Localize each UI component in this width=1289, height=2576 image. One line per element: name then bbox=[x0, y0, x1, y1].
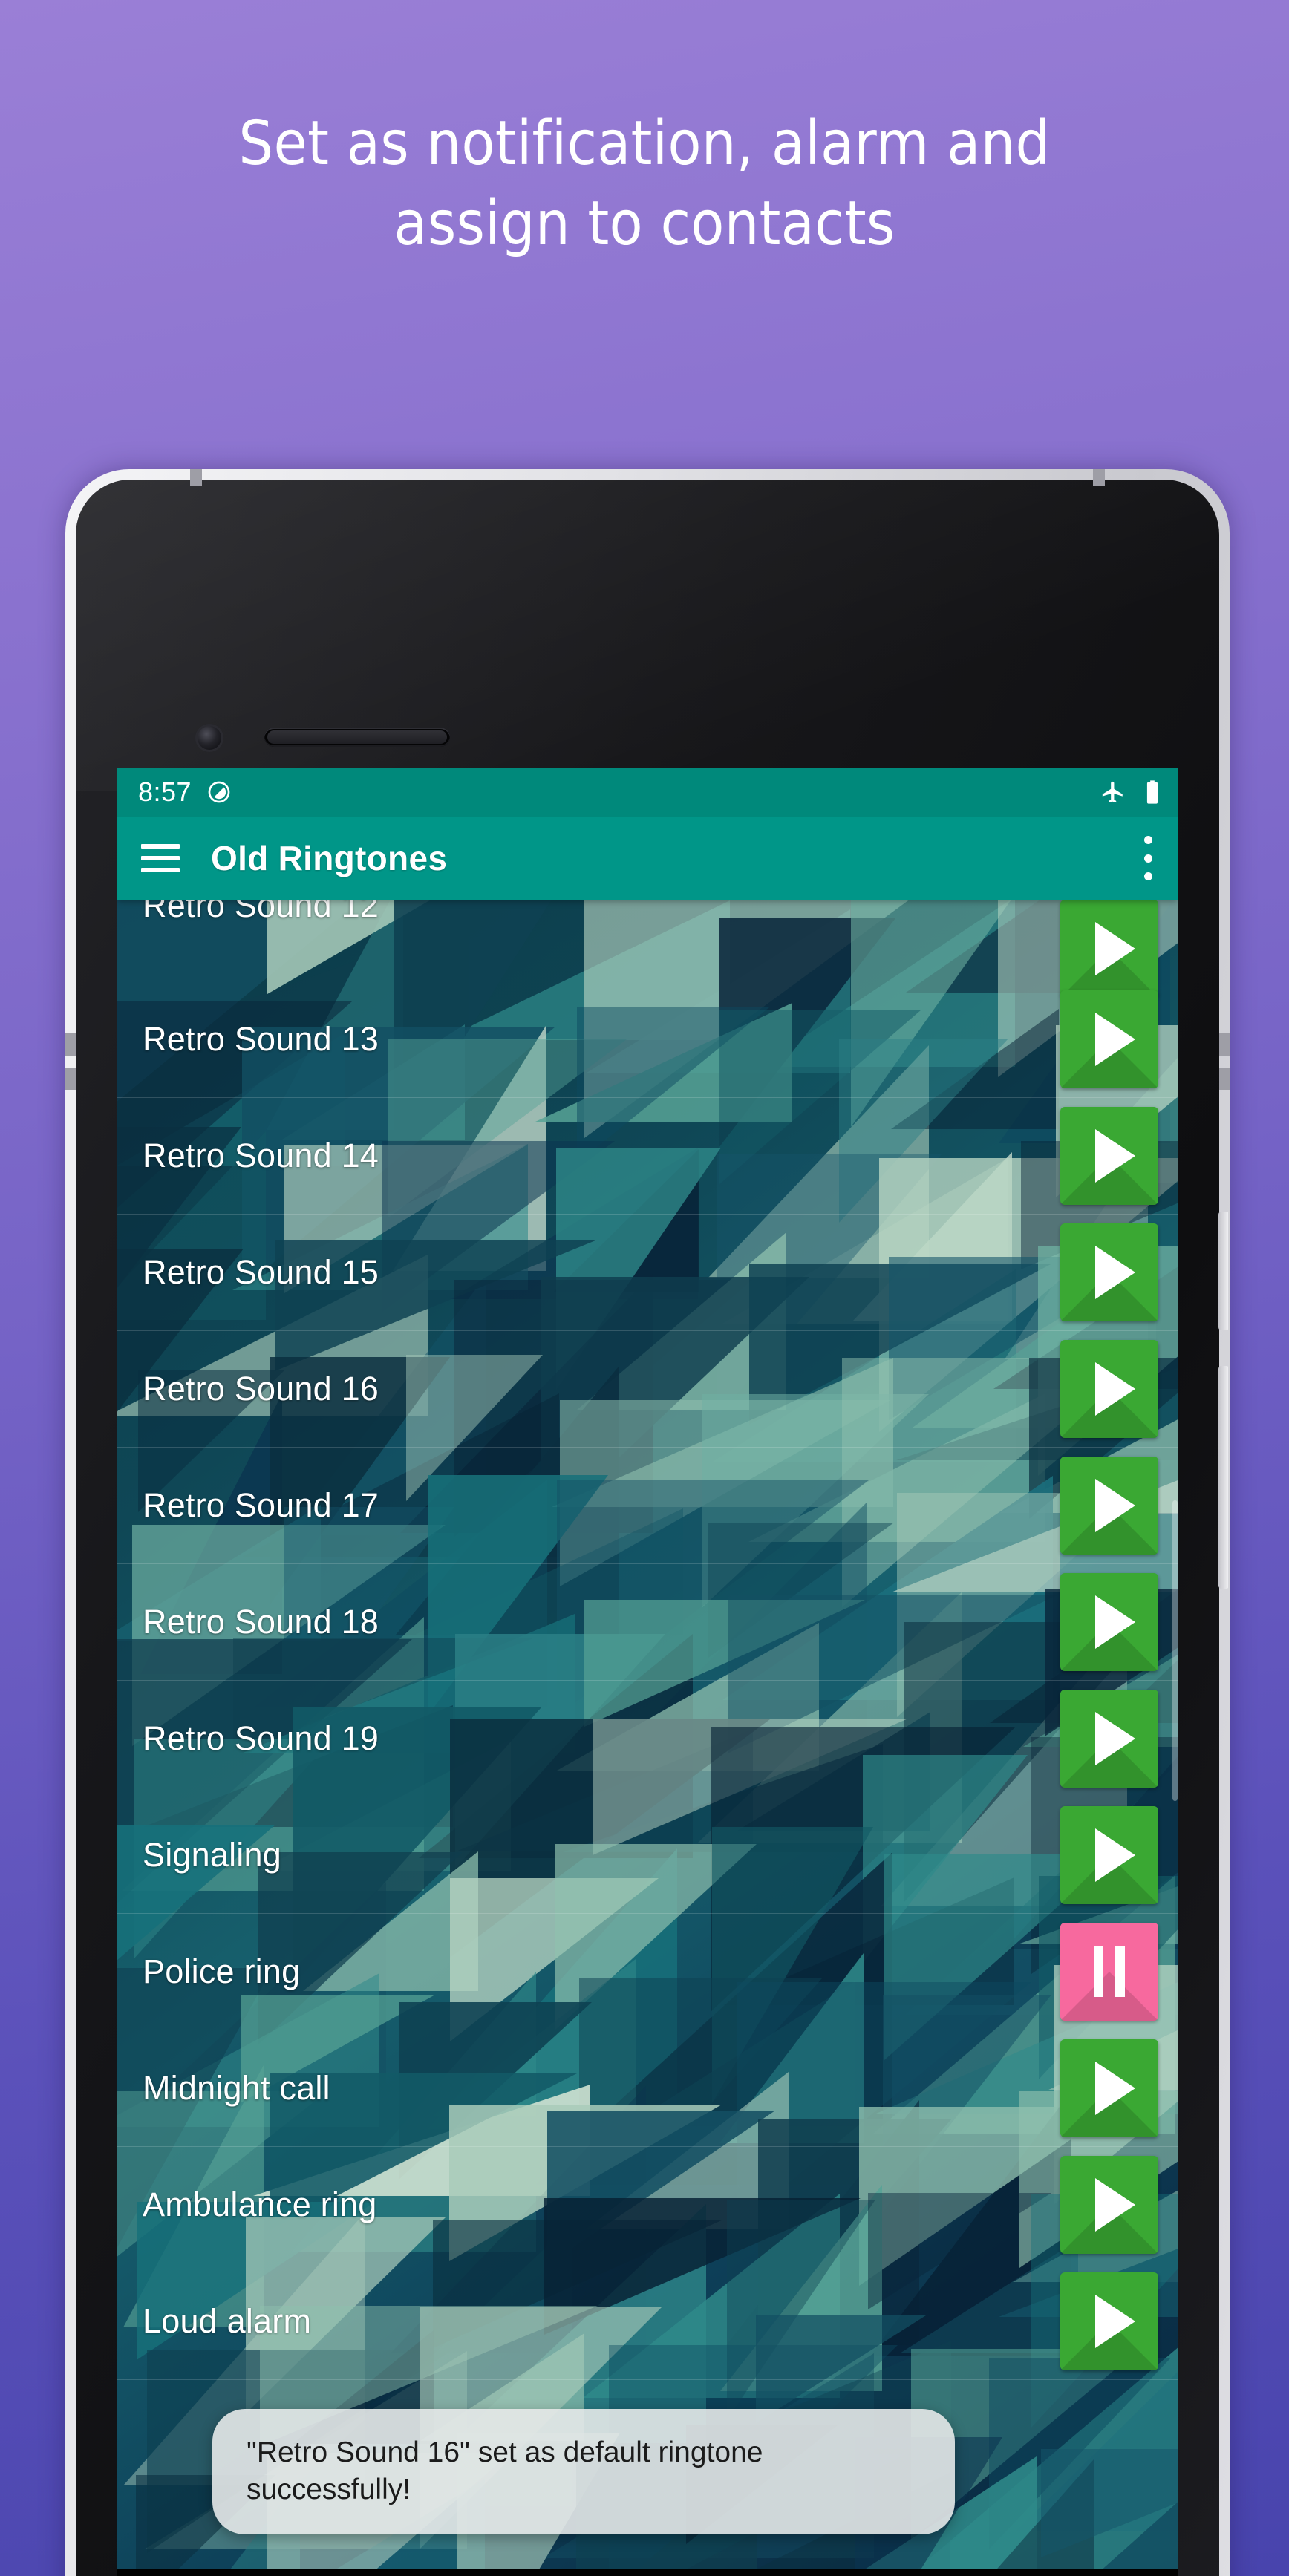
antenna-notch bbox=[1219, 1033, 1230, 1056]
do-not-disturb-icon bbox=[208, 781, 230, 803]
ringtone-name: Retro Sound 15 bbox=[143, 1253, 379, 1291]
play-button[interactable] bbox=[1060, 1457, 1158, 1555]
antenna-notch bbox=[65, 1068, 76, 1090]
antenna-notch bbox=[1093, 469, 1105, 486]
play-button[interactable] bbox=[1060, 1573, 1158, 1671]
play-button[interactable] bbox=[1060, 1690, 1158, 1788]
ringtone-name: Retro Sound 19 bbox=[143, 1719, 379, 1757]
ringtone-name: Signaling bbox=[143, 1836, 281, 1874]
play-icon bbox=[1095, 1013, 1135, 1066]
volume-rocker[interactable] bbox=[1218, 1366, 1228, 1589]
app-bar: Old Ringtones bbox=[117, 817, 1178, 900]
ringtone-name: Loud alarm bbox=[143, 2302, 312, 2340]
promo-banner: Set as notification, alarm and assign to… bbox=[0, 0, 1289, 2576]
status-clock: 8:57 bbox=[138, 777, 192, 807]
antenna-notch bbox=[190, 469, 202, 486]
play-icon bbox=[1095, 1129, 1135, 1183]
airplane-mode-icon bbox=[1102, 781, 1123, 803]
ringtone-name: Retro Sound 17 bbox=[143, 1486, 379, 1524]
camera-lens-icon bbox=[198, 726, 221, 750]
play-button[interactable] bbox=[1060, 1223, 1158, 1321]
play-button[interactable] bbox=[1060, 1806, 1158, 1904]
hamburger-menu-icon[interactable] bbox=[141, 844, 180, 872]
list-item[interactable]: Retro Sound 19 bbox=[117, 1681, 1178, 1797]
ringtone-name: Retro Sound 16 bbox=[143, 1370, 379, 1408]
list-item[interactable]: Midnight call bbox=[117, 2030, 1178, 2147]
list-item[interactable]: Retro Sound 13 bbox=[117, 981, 1178, 1098]
play-button[interactable] bbox=[1060, 1107, 1158, 1205]
play-button[interactable] bbox=[1060, 2156, 1158, 2254]
play-button[interactable] bbox=[1060, 1340, 1158, 1438]
phone-screen: 8:57 Old Ringtones Retro Sound 12 Retro … bbox=[117, 768, 1178, 2576]
play-icon bbox=[1095, 1362, 1135, 1416]
play-icon bbox=[1095, 2178, 1135, 2232]
phone-mockup: 8:57 Old Ringtones Retro Sound 12 Retro … bbox=[65, 469, 1230, 2576]
list-scrollbar[interactable] bbox=[1172, 900, 1178, 2569]
earpiece-speaker-icon bbox=[264, 728, 450, 747]
list-item[interactable]: Retro Sound 16 bbox=[117, 1331, 1178, 1448]
list-item[interactable]: Police ring bbox=[117, 1914, 1178, 2030]
play-icon bbox=[1095, 1479, 1135, 1532]
ringtone-name: Midnight call bbox=[143, 2069, 330, 2107]
scrollbar-thumb[interactable] bbox=[1172, 1500, 1178, 1801]
status-bar: 8:57 bbox=[117, 768, 1178, 817]
ringtone-name: Retro Sound 14 bbox=[143, 1137, 379, 1174]
app-title: Old Ringtones bbox=[211, 839, 448, 877]
antenna-notch bbox=[65, 1033, 76, 1056]
ringtone-list[interactable]: Retro Sound 12 Retro Sound 13 Retro Sound … bbox=[117, 900, 1178, 2569]
list-item[interactable]: Retro Sound 14 bbox=[117, 1098, 1178, 1215]
ringtone-list-items: Retro Sound 12 Retro Sound 13 Retro Sound … bbox=[117, 900, 1178, 2569]
pause-button[interactable] bbox=[1060, 1923, 1158, 2021]
play-icon bbox=[1095, 1246, 1135, 1299]
play-button[interactable] bbox=[1060, 2272, 1158, 2370]
antenna-notch bbox=[1219, 1068, 1230, 1090]
list-item[interactable]: Retro Sound 15 bbox=[117, 1215, 1178, 1331]
overflow-menu-icon[interactable] bbox=[1140, 836, 1155, 880]
list-item[interactable]: Retro Sound 12 bbox=[117, 900, 1178, 998]
ringtone-name: Retro Sound 12 bbox=[143, 900, 379, 924]
power-button[interactable] bbox=[1218, 1212, 1228, 1330]
ringtone-name: Police ring bbox=[143, 1952, 301, 1990]
list-item[interactable]: Signaling bbox=[117, 1797, 1178, 1914]
play-icon bbox=[1095, 922, 1135, 975]
play-button[interactable] bbox=[1060, 990, 1158, 1088]
play-icon bbox=[1095, 1595, 1135, 1649]
play-icon bbox=[1095, 2295, 1135, 2348]
pause-icon bbox=[1094, 1946, 1125, 1997]
list-item[interactable]: Retro Sound 18 bbox=[117, 1564, 1178, 1681]
earpiece-grille bbox=[267, 730, 447, 744]
ringtone-name: Retro Sound 13 bbox=[143, 1020, 379, 1058]
play-icon bbox=[1095, 1828, 1135, 1882]
ringtone-name: Ambulance ring bbox=[143, 2186, 377, 2223]
battery-full-icon bbox=[1146, 780, 1158, 804]
android-nav-bar bbox=[117, 2569, 1178, 2576]
play-button[interactable] bbox=[1060, 2039, 1158, 2137]
ringtone-name: Retro Sound 18 bbox=[143, 1603, 379, 1641]
list-item[interactable]: Loud alarm bbox=[117, 2263, 1178, 2380]
play-icon bbox=[1095, 1712, 1135, 1765]
list-item[interactable]: Ambulance ring bbox=[117, 2147, 1178, 2263]
list-item[interactable]: Retro Sound 17 bbox=[117, 1448, 1178, 1564]
play-icon bbox=[1095, 2062, 1135, 2115]
page-title: Set as notification, alarm and assign to… bbox=[238, 108, 1051, 260]
toast-message: "Retro Sound 16" set as default ringtone… bbox=[212, 2408, 955, 2534]
